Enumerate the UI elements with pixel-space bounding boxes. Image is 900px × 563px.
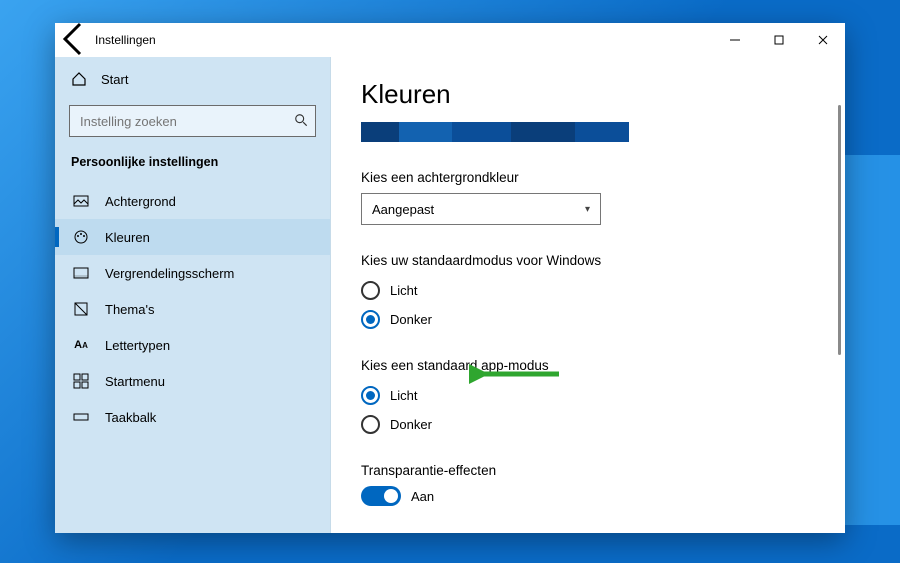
radio-label: Donker <box>390 312 432 327</box>
settings-window: Instellingen Start Persoonlijke instelli… <box>55 23 845 533</box>
sidebar-item-label: Taakbalk <box>105 410 156 425</box>
arrow-left-icon <box>55 19 95 59</box>
picture-icon <box>73 193 89 209</box>
sidebar-item-label: Kleuren <box>105 230 150 245</box>
nav-list: Achtergrond Kleuren Vergrendelingsscherm… <box>55 183 330 435</box>
sidebar-item-label: Lettertypen <box>105 338 170 353</box>
palette-icon <box>73 229 89 245</box>
radio-label: Licht <box>390 283 417 298</box>
sidebar: Start Persoonlijke instellingen Achtergr… <box>55 57 331 533</box>
sidebar-item-kleuren[interactable]: Kleuren <box>55 219 330 255</box>
app-mode-light[interactable]: Licht <box>361 381 845 410</box>
windows-mode-light[interactable]: Licht <box>361 276 845 305</box>
home-label: Start <box>101 72 128 87</box>
windows-mode-group: Licht Donker <box>361 276 845 334</box>
sidebar-item-label: Thema's <box>105 302 154 317</box>
scrollbar[interactable] <box>838 105 841 355</box>
font-icon: AA <box>73 337 89 353</box>
sidebar-item-label: Startmenu <box>105 374 165 389</box>
windows-mode-dark[interactable]: Donker <box>361 305 845 334</box>
minimize-button[interactable] <box>713 23 757 57</box>
search-icon <box>294 113 308 132</box>
minimize-icon <box>730 35 740 45</box>
sidebar-section-header: Persoonlijke instellingen <box>55 151 330 183</box>
page-title: Kleuren <box>361 79 845 110</box>
chevron-down-icon: ▾ <box>585 204 590 215</box>
radio-label: Donker <box>390 417 432 432</box>
sidebar-item-themas[interactable]: Thema's <box>55 291 330 327</box>
theme-icon <box>73 301 89 317</box>
close-button[interactable] <box>801 23 845 57</box>
search-input[interactable] <box>69 105 316 137</box>
sidebar-item-label: Vergrendelingsscherm <box>105 266 234 281</box>
content-area: Kleuren Kies een achtergrondkleur Aangep… <box>331 57 845 533</box>
sidebar-item-taakbalk[interactable]: Taakbalk <box>55 399 330 435</box>
transparency-toggle[interactable] <box>361 486 401 506</box>
start-icon <box>73 373 89 389</box>
app-mode-dark[interactable]: Donker <box>361 410 845 439</box>
radio-icon <box>361 281 380 300</box>
color-preview-strip <box>361 122 629 142</box>
close-icon <box>818 35 828 45</box>
window-title: Instellingen <box>95 33 156 47</box>
home-button[interactable]: Start <box>55 63 330 95</box>
radio-icon <box>361 415 380 434</box>
maximize-button[interactable] <box>757 23 801 57</box>
bgcolor-label: Kies een achtergrondkleur <box>361 170 845 185</box>
radio-label: Licht <box>390 388 417 403</box>
app-mode-group: Licht Donker <box>361 381 845 439</box>
radio-icon <box>361 386 380 405</box>
bgcolor-value: Aangepast <box>372 202 434 217</box>
sidebar-item-achtergrond[interactable]: Achtergrond <box>55 183 330 219</box>
bgcolor-dropdown[interactable]: Aangepast ▾ <box>361 193 601 225</box>
sidebar-item-vergrendelingsscherm[interactable]: Vergrendelingsscherm <box>55 255 330 291</box>
sidebar-item-label: Achtergrond <box>105 194 176 209</box>
windows-mode-label: Kies uw standaardmodus voor Windows <box>361 253 845 268</box>
sidebar-item-startmenu[interactable]: Startmenu <box>55 363 330 399</box>
lock-screen-icon <box>73 265 89 281</box>
sidebar-item-lettertypen[interactable]: AA Lettertypen <box>55 327 330 363</box>
home-icon <box>71 71 87 87</box>
back-button[interactable] <box>55 19 95 62</box>
toggle-state-label: Aan <box>411 489 434 504</box>
app-mode-label: Kies een standaard app-modus <box>361 358 845 373</box>
maximize-icon <box>774 35 784 45</box>
radio-icon <box>361 310 380 329</box>
titlebar: Instellingen <box>55 23 845 57</box>
taskbar-icon <box>73 409 89 425</box>
transparency-label: Transparantie-effecten <box>361 463 845 478</box>
